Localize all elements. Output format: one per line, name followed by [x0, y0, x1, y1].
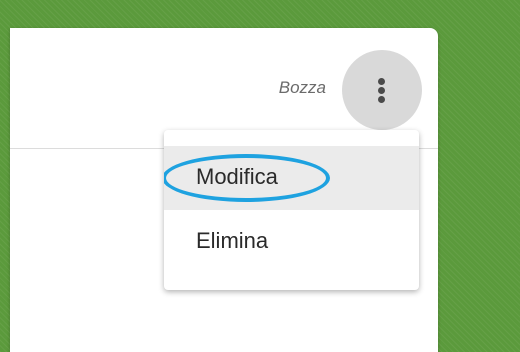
status-label: Bozza [278, 78, 326, 97]
options-menu: Modifica Elimina [164, 130, 419, 290]
more-options-button[interactable] [342, 50, 422, 130]
menu-item-elimina[interactable]: Elimina [164, 210, 419, 274]
menu-item-modifica[interactable]: Modifica [164, 146, 419, 210]
menu-item-label: Modifica [196, 164, 278, 189]
menu-item-label: Elimina [196, 228, 269, 253]
